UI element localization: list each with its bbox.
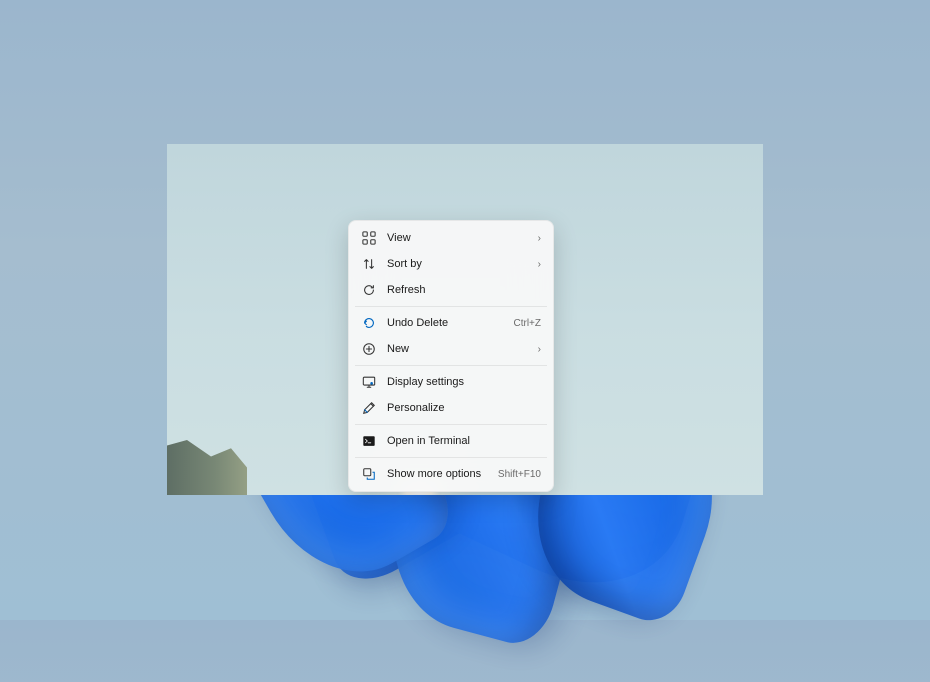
terminal-icon bbox=[361, 433, 377, 449]
undo-icon bbox=[361, 315, 377, 331]
menu-label: View bbox=[387, 232, 534, 244]
menu-label: Sort by bbox=[387, 258, 534, 270]
wallpaper-mountain bbox=[167, 440, 247, 495]
more-options-icon bbox=[361, 466, 377, 482]
menu-item-show-more-options[interactable]: Show more options Shift+F10 bbox=[353, 461, 549, 487]
menu-label: Personalize bbox=[387, 402, 541, 414]
desktop-context-menu: View › Sort by › Refresh Undo Delete Ctr… bbox=[348, 220, 554, 492]
menu-item-refresh[interactable]: Refresh bbox=[353, 277, 549, 303]
menu-item-new[interactable]: New › bbox=[353, 336, 549, 362]
refresh-icon bbox=[361, 282, 377, 298]
menu-label: New bbox=[387, 343, 534, 355]
menu-separator bbox=[355, 365, 547, 366]
chevron-right-icon: › bbox=[538, 344, 541, 355]
chevron-right-icon: › bbox=[538, 259, 541, 270]
menu-separator bbox=[355, 424, 547, 425]
grid-icon bbox=[361, 230, 377, 246]
menu-item-open-terminal[interactable]: Open in Terminal bbox=[353, 428, 549, 454]
menu-item-sort-by[interactable]: Sort by › bbox=[353, 251, 549, 277]
menu-item-display-settings[interactable]: Display settings bbox=[353, 369, 549, 395]
menu-label: Refresh bbox=[387, 284, 541, 296]
menu-label: Display settings bbox=[387, 376, 541, 388]
sort-icon bbox=[361, 256, 377, 272]
menu-item-personalize[interactable]: Personalize bbox=[353, 395, 549, 421]
menu-shortcut: Ctrl+Z bbox=[514, 318, 542, 329]
menu-label: Show more options bbox=[387, 468, 498, 480]
chevron-right-icon: › bbox=[538, 233, 541, 244]
menu-separator bbox=[355, 457, 547, 458]
new-icon bbox=[361, 341, 377, 357]
menu-label: Open in Terminal bbox=[387, 435, 541, 447]
menu-item-view[interactable]: View › bbox=[353, 225, 549, 251]
menu-shortcut: Shift+F10 bbox=[498, 469, 541, 480]
menu-label: Undo Delete bbox=[387, 317, 514, 329]
menu-separator bbox=[355, 306, 547, 307]
menu-item-undo-delete[interactable]: Undo Delete Ctrl+Z bbox=[353, 310, 549, 336]
personalize-icon bbox=[361, 400, 377, 416]
display-icon bbox=[361, 374, 377, 390]
